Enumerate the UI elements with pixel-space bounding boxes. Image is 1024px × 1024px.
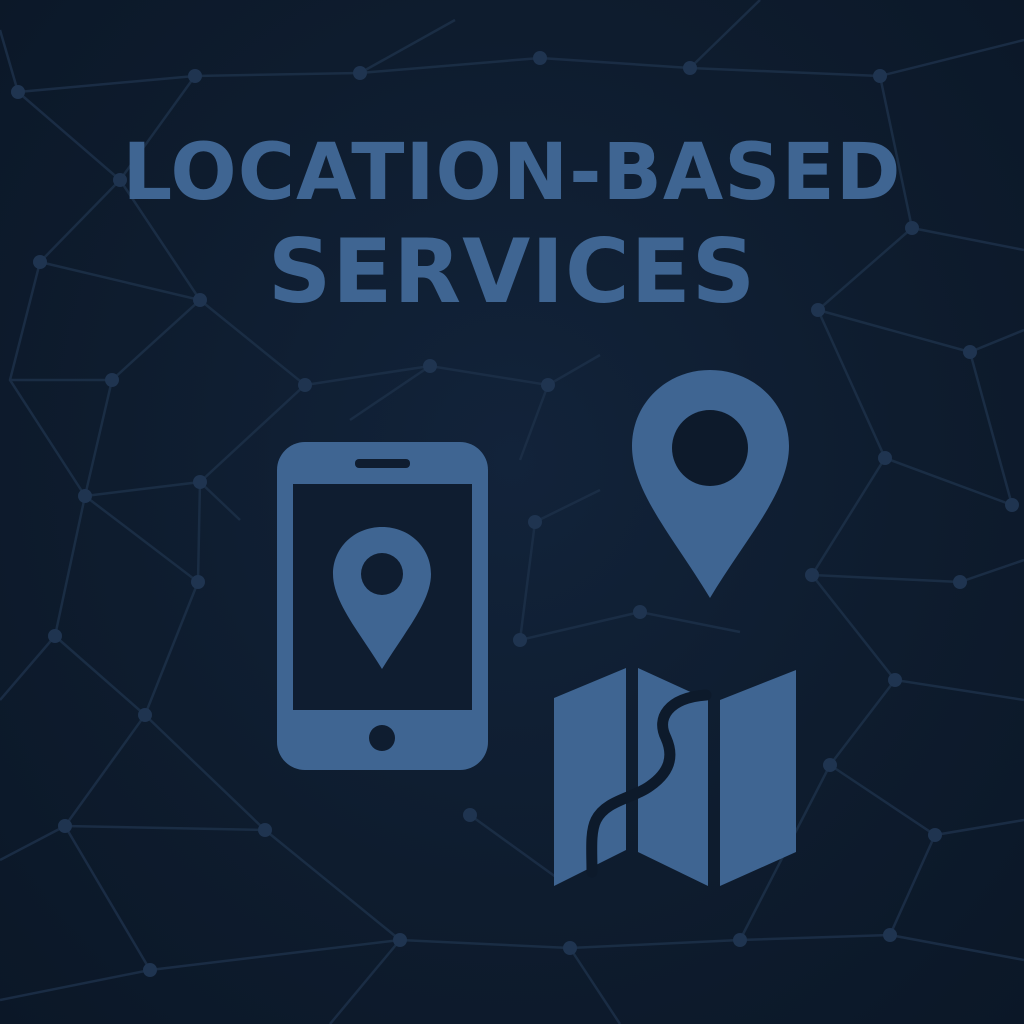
smartphone-location-icon — [277, 442, 488, 770]
location-pin-icon — [632, 370, 789, 598]
title-line-2: SERVICES — [267, 220, 757, 323]
folded-map-icon — [554, 668, 796, 886]
poster-canvas: LOCATION-BASED SERVICES — [0, 0, 1024, 1024]
title-line-1: LOCATION-BASED — [122, 128, 902, 218]
